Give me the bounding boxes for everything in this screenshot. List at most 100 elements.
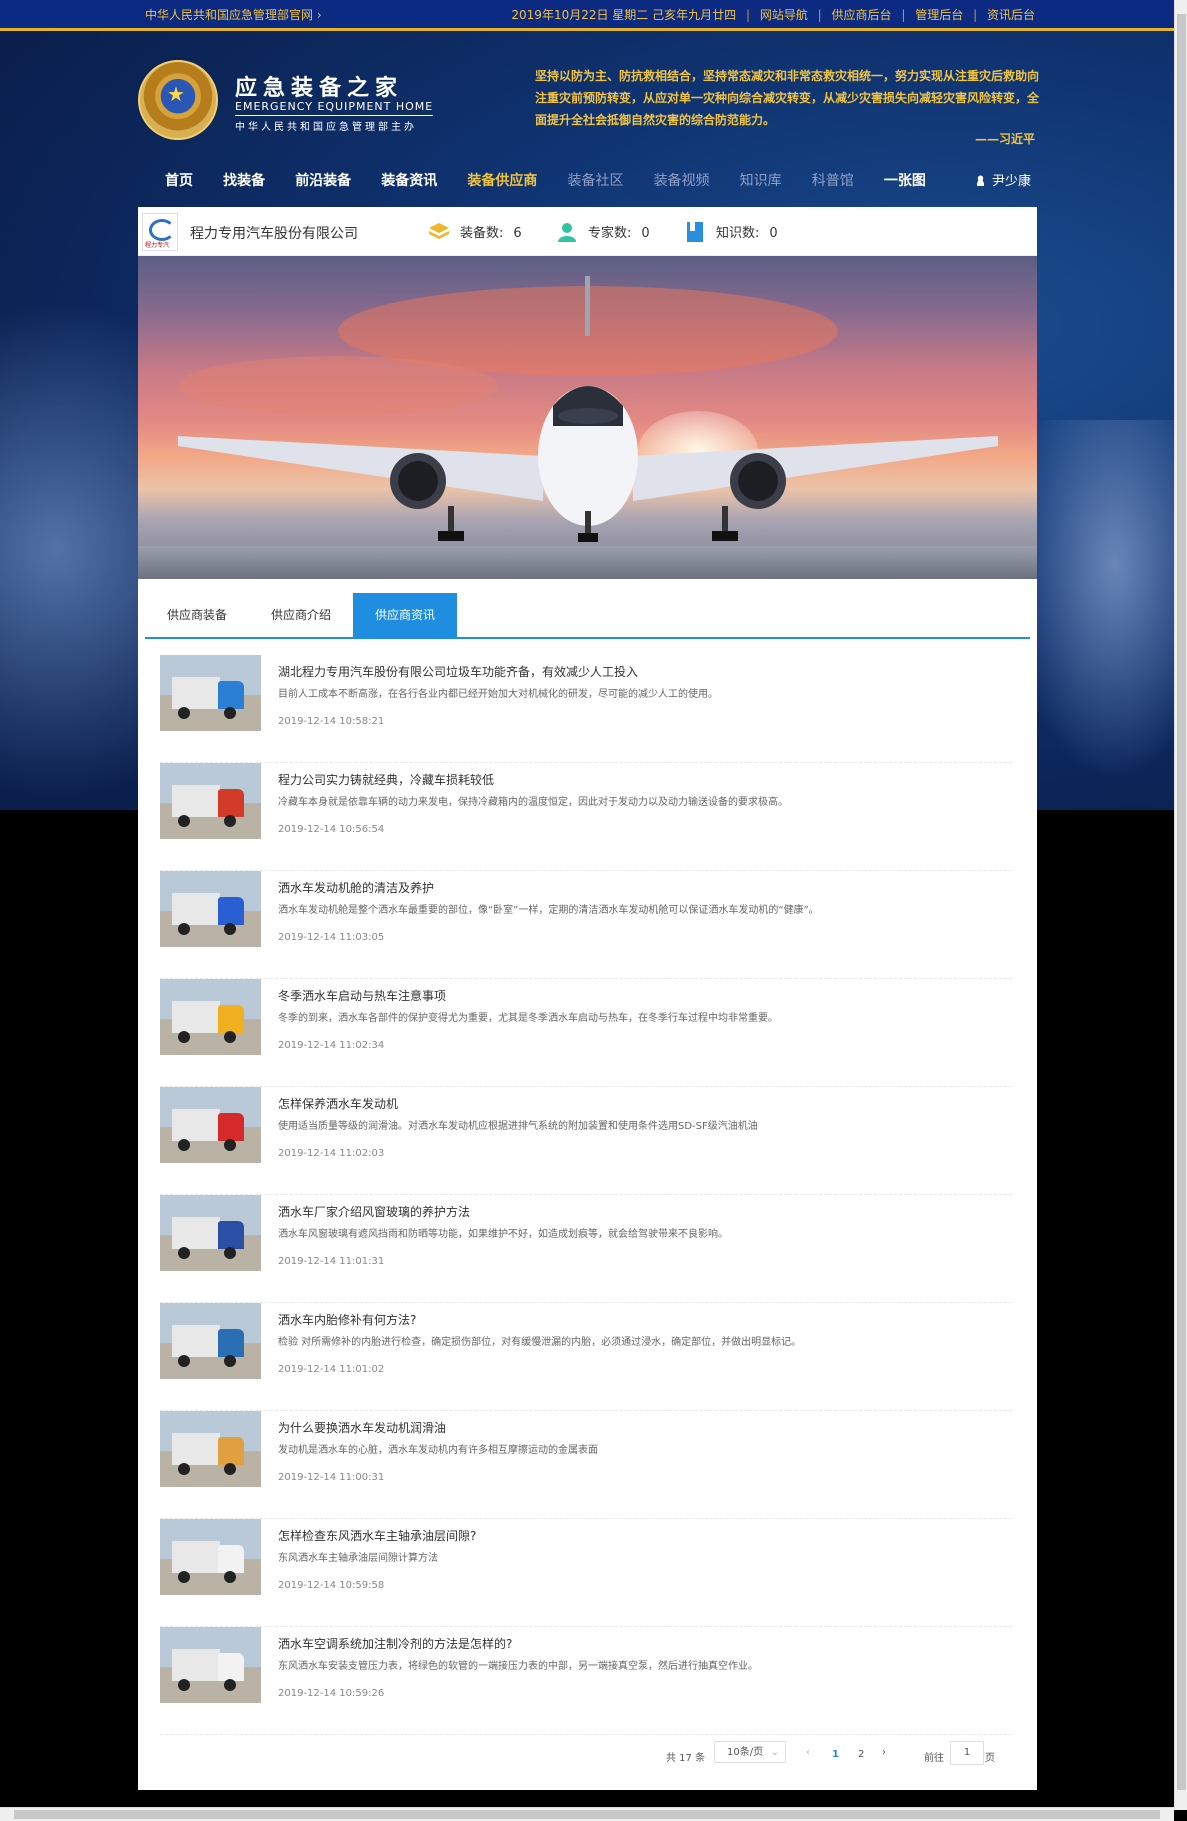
nav-item-home[interactable]: 首页 xyxy=(165,170,193,190)
list-item[interactable]: 怎样保养洒水车发动机 使用适当质量等级的润滑油。对洒水车发动机应根据进排气系统的附… xyxy=(160,1087,1012,1195)
article-thumbnail[interactable] xyxy=(160,655,261,731)
horizontal-scroll-thumb[interactable] xyxy=(14,1810,1160,1819)
stat-equipment[interactable]: 装备数: 6 xyxy=(428,221,522,243)
truck-cab xyxy=(218,1329,244,1357)
article-thumbnail[interactable] xyxy=(160,1195,261,1271)
wheel-icon xyxy=(224,815,236,827)
supplier-backend-link[interactable]: 供应商后台 xyxy=(832,8,892,22)
article-thumbnail[interactable] xyxy=(160,1411,261,1487)
article-thumbnail[interactable] xyxy=(160,979,261,1055)
stat-equipment-value: 6 xyxy=(513,226,522,241)
stack-icon xyxy=(428,221,450,243)
nav-item-knowledge[interactable]: 知识库 xyxy=(740,170,782,190)
article-thumbnail[interactable] xyxy=(160,1303,261,1379)
truck-cab xyxy=(218,1437,244,1465)
nav-item-suppliers[interactable]: 装备供应商 xyxy=(467,170,537,190)
nav-item-science[interactable]: 科普馆 xyxy=(812,170,854,190)
quote-author: ——习近平 xyxy=(975,132,1036,146)
supplier-tabs: 供应商装备 供应商介绍 供应商资讯 xyxy=(145,593,1030,639)
article-date: 2019-12-14 10:59:26 xyxy=(278,1688,385,1699)
nav-item-frontier-equipment[interactable]: 前沿装备 xyxy=(295,170,351,190)
site-title: 应急装备之家 xyxy=(235,76,404,101)
admin-backend-link[interactable]: 管理后台 xyxy=(915,8,963,22)
list-item[interactable]: 湖北程力专用汽车股份有限公司垃圾车功能齐备，有效减少人工投入 目前人工成本不断高涨… xyxy=(160,655,1012,763)
site-title-en: EMERGENCY EQUIPMENT HOME xyxy=(235,100,434,116)
next-page-icon[interactable]: › xyxy=(882,1747,886,1758)
article-title[interactable]: 洒水车内胎修补有何方法? xyxy=(278,1311,416,1328)
stat-experts[interactable]: 专家数: 0 xyxy=(556,221,650,243)
article-title[interactable]: 冬季洒水车启动与热车注意事项 xyxy=(278,987,446,1004)
article-title[interactable]: 湖北程力专用汽车股份有限公司垃圾车功能齐备，有效减少人工投入 xyxy=(278,663,638,680)
ministry-home-link[interactable]: 中华人民共和国应急管理部官网 › xyxy=(145,6,322,23)
list-item[interactable]: 怎样检查东风洒水车主轴承油层间隙? 东风洒水车主轴承油层间隙计算方法 2019-12… xyxy=(160,1519,1012,1627)
wheel-icon xyxy=(224,1355,236,1367)
list-item[interactable]: 洒水车内胎修补有何方法? 检验 对所需修补的内胎进行检查，确定损伤部位，对有缓慢泄… xyxy=(160,1303,1012,1411)
article-thumbnail[interactable] xyxy=(160,1627,261,1703)
tab-supplier-intro[interactable]: 供应商介绍 xyxy=(249,593,353,637)
stat-knowledge[interactable]: 知识数: 0 xyxy=(684,221,778,243)
nav-item-community[interactable]: 装备社区 xyxy=(567,170,623,190)
tab-supplier-equipment[interactable]: 供应商装备 xyxy=(145,593,249,637)
article-title[interactable]: 洒水车厂家介绍风窗玻璃的养护方法 xyxy=(278,1203,470,1220)
user-icon xyxy=(975,175,986,186)
nav-item-videos[interactable]: 装备视频 xyxy=(654,170,710,190)
horizontal-scrollbar[interactable] xyxy=(0,1807,1174,1821)
article-thumbnail[interactable] xyxy=(160,763,261,839)
article-summary: 检验 对所需修补的内胎进行检查，确定损伤部位，对有缓慢泄漏的内胎，必须通过浸水，… xyxy=(278,1337,802,1348)
list-item[interactable]: 为什么要换洒水车发动机润滑油 发动机是洒水车的心脏，洒水车发动机内有许多相互摩擦运… xyxy=(160,1411,1012,1519)
wheel-icon xyxy=(178,815,190,827)
truck-body xyxy=(172,785,220,817)
page-size-select[interactable]: 10条/页 ⌄ xyxy=(714,1741,786,1763)
article-summary: 洒水车发动机舱是整个洒水车最重要的部位，像“卧室”一样，定期的清洁洒水车发动机舱… xyxy=(278,905,819,916)
news-backend-link[interactable]: 资讯后台 xyxy=(987,8,1035,22)
truck-cab xyxy=(218,1005,244,1033)
truck-cab xyxy=(218,1545,244,1573)
article-title[interactable]: 洒水车发动机舱的清洁及养护 xyxy=(278,879,434,896)
article-title[interactable]: 程力公司实力铸就经典，冷藏车损耗较低 xyxy=(278,771,494,788)
book-icon xyxy=(684,221,706,243)
header-quote: 坚持以防为主、防抗救相结合，坚持常态减灾和非常态救灾相统一，努力实现从注重灾后救… xyxy=(535,69,1040,127)
article-thumbnail[interactable] xyxy=(160,1087,261,1163)
article-title[interactable]: 怎样保养洒水车发动机 xyxy=(278,1095,398,1112)
truck-cab xyxy=(218,789,244,817)
company-logo: 程力专汽 xyxy=(142,213,178,251)
list-item[interactable]: 洒水车厂家介绍风窗玻璃的养护方法 洒水车风窗玻璃有遮风挡雨和防晒等功能，如果维护不… xyxy=(160,1195,1012,1303)
truck-body xyxy=(172,1109,220,1141)
article-thumbnail[interactable] xyxy=(160,1519,261,1595)
nav-item-equipment-news[interactable]: 装备资讯 xyxy=(381,170,437,190)
goto-page-input[interactable]: 1 xyxy=(950,1741,984,1765)
emblem-logo[interactable]: ★ xyxy=(138,60,218,140)
article-title[interactable]: 为什么要换洒水车发动机润滑油 xyxy=(278,1419,446,1436)
prev-page-icon[interactable]: ‹ xyxy=(806,1747,810,1758)
truck-body xyxy=(172,1325,220,1357)
vertical-scrollbar[interactable] xyxy=(1174,0,1187,1810)
article-title[interactable]: 怎样检查东风洒水车主轴承油层间隙? xyxy=(278,1527,476,1544)
article-date: 2019-12-14 10:59:58 xyxy=(278,1580,385,1591)
wheel-icon xyxy=(178,1031,190,1043)
tab-supplier-news[interactable]: 供应商资讯 xyxy=(353,593,457,637)
user-menu[interactable]: 尹少康 xyxy=(975,170,1031,189)
user-name: 尹少康 xyxy=(992,174,1032,189)
truck-body xyxy=(172,1433,220,1465)
wheel-icon xyxy=(178,1355,190,1367)
list-item[interactable]: 洒水车发动机舱的清洁及养护洒水车发动机舱是整个洒水车最重要的部位，像“卧室”一样… xyxy=(160,871,1012,979)
company-logo-mark xyxy=(149,219,175,241)
stat-knowledge-label: 知识数: xyxy=(716,226,760,241)
article-thumbnail[interactable] xyxy=(160,871,261,947)
pagination-total: 共 17 条 xyxy=(666,1753,706,1764)
site-nav-link[interactable]: 网站导航 xyxy=(760,8,808,22)
pagination: 共 17 条 10条/页 ⌄ ‹ 1 2 › 前往 1 页 xyxy=(138,1741,1037,1767)
list-item[interactable]: 程力公司实力铸就经典，冷藏车损耗较低 冷藏车本身就是依靠车辆的动力来发电，保持冷藏… xyxy=(160,763,1012,871)
page-number-1[interactable]: 1 xyxy=(832,1749,839,1760)
article-title[interactable]: 洒水车空调系统加注制冷剂的方法是怎样的? xyxy=(278,1635,512,1652)
nav-item-map[interactable]: 一张图 xyxy=(884,170,926,190)
top-bar: 中华人民共和国应急管理部官网 › 2019年10月22日 星期二 己亥年九月廿四… xyxy=(0,0,1187,31)
wheel-icon xyxy=(224,1139,236,1151)
list-item[interactable]: 冬季洒水车启动与热车注意事项 冬季的到来，洒水车各部件的保护变得尤为重要，尤其是冬… xyxy=(160,979,1012,1087)
nav-item-find-equipment[interactable]: 找装备 xyxy=(223,170,265,190)
vertical-scroll-thumb[interactable] xyxy=(1177,14,1186,1790)
chevron-down-icon: ⌄ xyxy=(770,1747,779,1758)
truck-body xyxy=(172,893,220,925)
list-item[interactable]: 洒水车空调系统加注制冷剂的方法是怎样的? 东风洒水车安装支管压力表，将绿色的软管的… xyxy=(160,1627,1012,1735)
page-number-2[interactable]: 2 xyxy=(858,1749,864,1760)
